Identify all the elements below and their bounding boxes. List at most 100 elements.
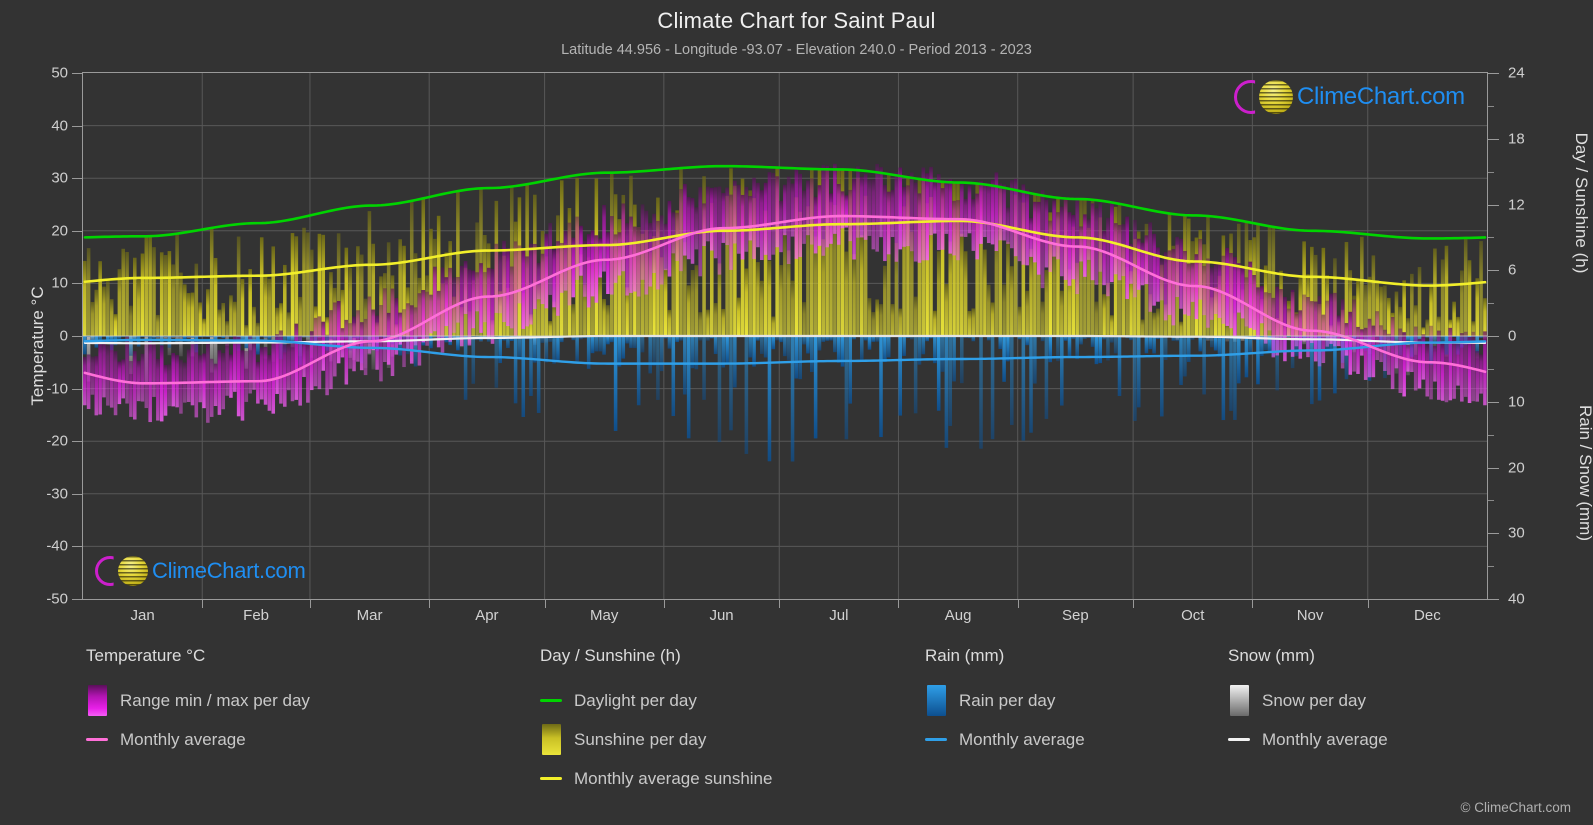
day-sunshine-tick-label: 6: [1508, 261, 1517, 279]
legend-column-temperature-c: Temperature °C Range min / max per day Mon…: [86, 646, 310, 759]
axis-tick: [72, 230, 82, 232]
page-subtitle: Latitude 44.956 - Longitude -93.07 - Ele…: [561, 42, 1032, 58]
climate-chart-page: Climate Chart for Saint Paul Latitude 44…: [0, 0, 1593, 825]
legend-label: Rain per day: [959, 690, 1056, 710]
axis-tick: [898, 600, 900, 608]
legend-label: Monthly average: [959, 729, 1085, 749]
day-sunshine-tick-label: 12: [1508, 196, 1525, 213]
legend-swatch: [540, 699, 562, 702]
legend-item[interactable]: Monthly average sunshine: [540, 759, 772, 798]
chart-legend: Temperature °C Range min / max per day Mon…: [0, 646, 1593, 806]
axis-tick: [72, 388, 82, 390]
legend-heading: Rain (mm): [925, 646, 1005, 665]
axis-minor-tick: [1488, 105, 1494, 107]
temperature-tick-label: 40: [51, 117, 68, 135]
legend-column-rain-mm: Rain (mm) Rain per day Monthly average: [925, 646, 1085, 759]
legend-swatch: [87, 685, 107, 716]
axis-tick: [1488, 204, 1499, 206]
legend-heading: Day / Sunshine (h): [540, 646, 681, 665]
legend-item[interactable]: Monthly average: [925, 720, 1085, 759]
legend-label: Sunshine per day: [574, 729, 707, 749]
axis-tick: [1488, 138, 1499, 140]
legend-heading: Temperature °C: [86, 646, 206, 665]
legend-gradient-swatch-icon: [540, 724, 562, 755]
legend-label: Snow per day: [1262, 690, 1366, 710]
legend-swatch: [86, 738, 108, 741]
axis-tick: [202, 600, 204, 608]
month-tick-label-oct: Oct: [1181, 607, 1205, 624]
month-tick-label-dec: Dec: [1414, 607, 1441, 624]
axis-tick: [72, 178, 82, 180]
month-tick-label-feb: Feb: [243, 607, 270, 624]
month-tick-label-may: May: [590, 607, 619, 624]
month-tick-label-apr: Apr: [475, 607, 499, 624]
legend-item[interactable]: Range min / max per day: [86, 681, 310, 720]
legend-line-swatch-icon: [925, 738, 947, 741]
axis-tick: [779, 600, 781, 608]
month-tick-label-sep: Sep: [1062, 607, 1089, 624]
legend-label: Monthly average sunshine: [574, 768, 773, 788]
axis-minor-tick: [1488, 500, 1494, 502]
temperature-tick-label: 30: [51, 169, 68, 187]
axis-tick: [72, 283, 82, 285]
month-tick-label-aug: Aug: [944, 607, 972, 624]
axis-tick: [663, 600, 665, 608]
legend-item[interactable]: Sunshine per day: [540, 720, 772, 759]
temperature-tick-label: 20: [51, 222, 68, 240]
legend-swatch: [926, 685, 946, 716]
day-sunshine-axis-label: Day / Sunshine (h): [1572, 132, 1591, 274]
axis-minor-tick: [1488, 171, 1494, 173]
legend-item[interactable]: Daylight per day: [540, 681, 772, 720]
legend-gradient-swatch-icon: [925, 685, 947, 716]
axis-tick: [72, 73, 82, 74]
temperature-axis-label: Temperature °C: [28, 286, 47, 406]
axis-tick: [1488, 270, 1499, 272]
rain-snow-tick-label: 10: [1508, 393, 1525, 411]
month-tick-label-jan: Jan: [130, 607, 155, 624]
axis-tick: [1252, 600, 1254, 608]
month-tick-label-jun: Jun: [709, 607, 734, 624]
watermark-logo-top: ClimeChart.com: [1234, 80, 1465, 114]
legend-item[interactable]: Monthly average: [86, 720, 310, 759]
legend-swatch: [925, 738, 947, 741]
legend-swatch: [1228, 738, 1250, 741]
logo-sphere-icon: [118, 556, 148, 586]
page-title: Climate Chart for Saint Paul: [657, 8, 936, 33]
axis-tick: [1488, 599, 1499, 600]
axis-tick: [72, 125, 82, 127]
axis-tick: [309, 600, 311, 608]
watermark-text: ClimeChart.com: [1297, 83, 1465, 110]
legend-label: Monthly average: [1262, 729, 1388, 749]
legend-item[interactable]: Snow per day: [1228, 681, 1388, 720]
day-sunshine-tick-label: 24: [1508, 64, 1525, 82]
axis-minor-tick: [1488, 303, 1494, 305]
legend-swatch: [1229, 685, 1249, 716]
axis-tick: [72, 336, 82, 337]
legend-item[interactable]: Monthly average: [1228, 720, 1388, 759]
legend-swatch: [540, 777, 562, 780]
legend-item[interactable]: Rain per day: [925, 681, 1085, 720]
watermark-text: ClimeChart.com: [152, 558, 306, 583]
legend-line-swatch-icon: [540, 699, 562, 702]
axis-tick: [1488, 467, 1499, 469]
axis-tick: [544, 600, 546, 608]
day-sunshine-tick-label: 18: [1508, 130, 1525, 148]
watermark-logo-bottom: ClimeChart.com: [95, 556, 306, 586]
rain-snow-tick-label: 30: [1508, 524, 1525, 542]
legend-gradient-swatch-icon: [1228, 685, 1250, 716]
axis-minor-tick: [1488, 237, 1494, 239]
legend-line-swatch-icon: [540, 777, 562, 780]
legend-line-swatch-icon: [1228, 738, 1250, 741]
day-sunshine-tick-label: 0: [1508, 327, 1517, 345]
axis-tick: [72, 493, 82, 495]
axis-tick: [1017, 600, 1019, 608]
chart-canvas: [83, 73, 1487, 599]
axis-tick: [1488, 533, 1499, 535]
axis-tick: [1488, 401, 1499, 403]
legend-heading: Snow (mm): [1228, 646, 1315, 665]
axis-tick: [72, 441, 82, 443]
copyright-footer: © ClimeChart.com: [1460, 800, 1571, 815]
axis-tick: [72, 546, 82, 548]
legend-gradient-swatch-icon: [86, 685, 108, 716]
axis-tick: [429, 600, 431, 608]
